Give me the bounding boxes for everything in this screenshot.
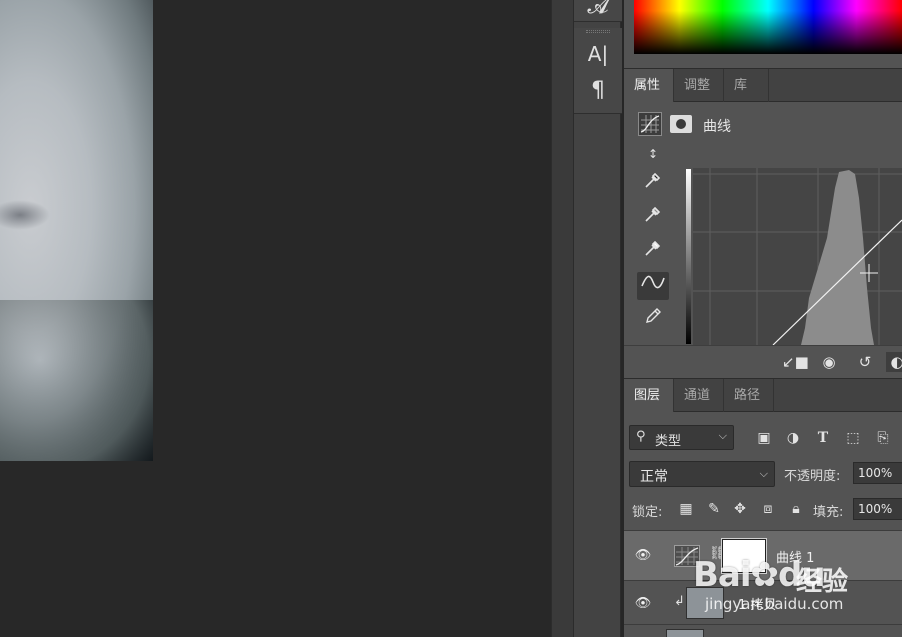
adjustment-filter-icon[interactable]: ◑: [782, 427, 804, 449]
layer-thumbnail: [686, 587, 724, 619]
layer-row-copy[interactable]: 👁︎ ↲ 1 拷贝: [624, 580, 902, 624]
lock-all-icon[interactable]: 🔒︎: [786, 500, 806, 518]
curve-tools: ↕: [624, 146, 684, 346]
lock-artboard-icon[interactable]: ⧈: [758, 500, 778, 518]
fill-label: 填充:: [813, 505, 844, 520]
input-gradient-strip: [686, 169, 691, 344]
properties-footer: ↙■ ◉ ↺ ◐: [624, 345, 902, 377]
layer-mask-icon[interactable]: [670, 115, 692, 133]
tab-libraries[interactable]: 库: [724, 69, 769, 102]
curves-layer-thumbnail: [674, 545, 700, 567]
lock-pixels-icon[interactable]: ✎: [704, 500, 724, 518]
character-panel-icon[interactable]: A|: [574, 42, 622, 66]
reset-icon[interactable]: ↺: [854, 352, 876, 372]
lock-transparency-icon[interactable]: ▦: [676, 500, 696, 518]
opacity-label: 不透明度:: [784, 469, 841, 484]
layer-filter-select[interactable]: ⚲ 类型 ⌵: [629, 425, 734, 450]
tab-layers[interactable]: 图层: [624, 379, 674, 412]
pencil-draw-icon[interactable]: [637, 306, 669, 334]
lock-label: 锁定:: [632, 505, 663, 520]
white-point-eyedropper-icon[interactable]: [637, 238, 669, 266]
color-spectrum[interactable]: [634, 0, 902, 54]
curves-adjustment-icon[interactable]: [638, 112, 662, 136]
photo-detail: [0, 200, 50, 230]
visibility-toggle-icon[interactable]: ◐: [886, 352, 902, 372]
lock-position-icon[interactable]: ✥: [730, 500, 750, 518]
layer-filter-label: 类型: [655, 434, 682, 449]
curve-point-tool-icon[interactable]: [637, 272, 669, 300]
layer-thumbnail: [666, 629, 704, 637]
layer-name[interactable]: 1 拷贝: [738, 594, 776, 613]
panel-dock-column: 𝓐 A| ¶: [573, 0, 622, 637]
photo-shadow: [0, 300, 153, 461]
shape-filter-icon[interactable]: ⬚: [842, 427, 864, 449]
blend-mode-select[interactable]: 正常 ⌵: [629, 461, 775, 487]
type-filter-icon[interactable]: T: [812, 427, 834, 449]
layer-mask-thumbnail[interactable]: [721, 538, 767, 574]
chevron-down-icon: ⌵: [718, 429, 727, 442]
gray-point-eyedropper-icon[interactable]: [637, 204, 669, 232]
chevron-down-icon: ⌵: [759, 467, 768, 480]
eye-icon[interactable]: 👁︎: [634, 595, 652, 613]
document-canvas[interactable]: [0, 0, 551, 637]
search-icon: ⚲: [636, 429, 646, 444]
blend-mode-value: 正常: [640, 469, 668, 485]
image-filter-icon[interactable]: ▣: [753, 427, 775, 449]
smart-object-filter-icon[interactable]: ⎘: [872, 427, 894, 449]
clip-arrow-icon: ↲: [674, 594, 685, 609]
tab-adjustments[interactable]: 调整: [674, 69, 724, 102]
canvas-scroll-strip[interactable]: [551, 0, 573, 637]
curves-graph[interactable]: [693, 168, 902, 345]
eye-icon[interactable]: 👁︎: [634, 547, 652, 565]
paragraph-panel-icon[interactable]: ¶: [574, 78, 622, 103]
targeted-adjust-icon[interactable]: ↕: [637, 140, 669, 168]
layer-row-base[interactable]: [624, 624, 902, 637]
vertical-type-icon[interactable]: 𝓐: [574, 0, 622, 19]
view-previous-state-icon[interactable]: ◉: [818, 352, 840, 372]
tool-group-top: 𝓐: [574, 0, 622, 22]
group-grip[interactable]: [586, 30, 610, 33]
tool-group-type: A| ¶: [574, 28, 622, 114]
opacity-field[interactable]: 100%: [853, 462, 902, 484]
layer-name[interactable]: 曲线 1: [776, 547, 814, 566]
tab-paths[interactable]: 路径: [724, 379, 774, 412]
properties-title: 曲线: [703, 119, 731, 135]
properties-tabbar: 属性 调整 库: [624, 68, 902, 102]
photo-layer-preview: [0, 0, 153, 461]
layer-row-curves[interactable]: 👁︎ ⛓︎ 曲线 1: [624, 530, 902, 580]
tab-channels[interactable]: 通道: [674, 379, 724, 412]
tab-properties[interactable]: 属性: [624, 69, 674, 102]
black-point-eyedropper-icon[interactable]: [637, 170, 669, 198]
fill-field[interactable]: 100%: [853, 498, 902, 520]
right-panels: 属性 调整 库 曲线 ↕ ↙■ ◉ ↺ ◐ 图层 通道 路径 ⚲ 类型 ⌵ ▣ …: [624, 0, 902, 637]
layers-tabbar: 图层 通道 路径: [624, 378, 902, 412]
clip-to-layer-icon[interactable]: ↙■: [782, 352, 809, 372]
